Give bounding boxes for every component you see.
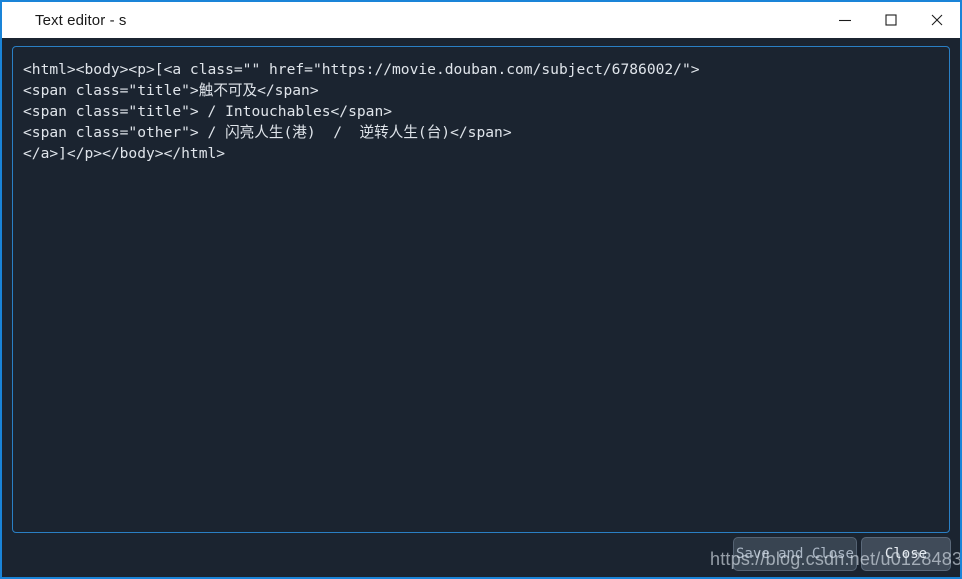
title-bar[interactable]: Text editor - s [2, 2, 960, 38]
footer-bar: Save and Close Close [2, 533, 960, 577]
close-button[interactable]: Close [861, 537, 951, 571]
maximize-button[interactable] [868, 2, 914, 38]
window-title: Text editor - s [35, 11, 127, 29]
close-window-button[interactable] [914, 2, 960, 38]
save-and-close-button[interactable]: Save and Close [733, 537, 857, 571]
window-controls [822, 2, 960, 38]
code-textarea[interactable]: <html><body><p>[<a class="" href="https:… [13, 47, 943, 529]
minimize-icon [838, 13, 852, 27]
close-icon [930, 13, 944, 27]
text-editor-window: Text editor - s <html><body><p>[<a class… [0, 0, 962, 579]
minimize-button[interactable] [822, 2, 868, 38]
editor-panel[interactable]: <html><body><p>[<a class="" href="https:… [12, 46, 950, 533]
maximize-icon [884, 13, 898, 27]
